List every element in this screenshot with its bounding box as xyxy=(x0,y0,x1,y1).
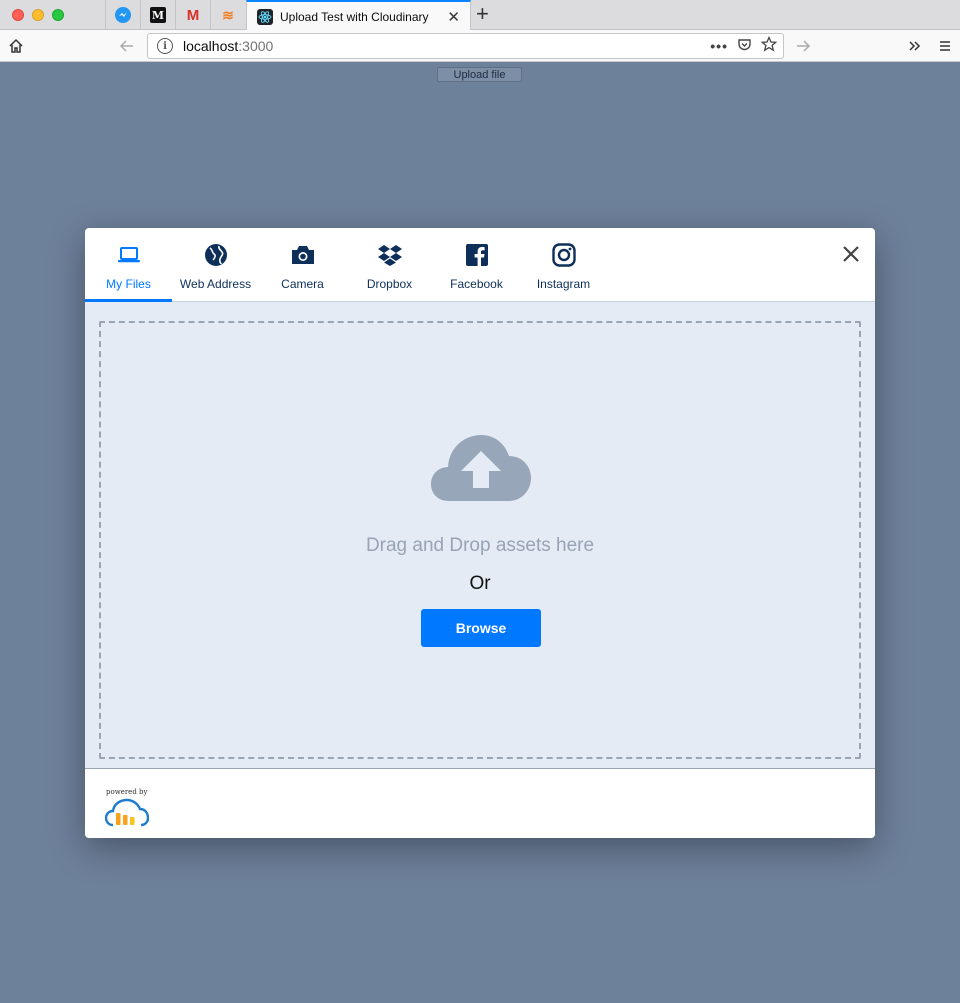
medium-icon: M xyxy=(150,7,166,23)
upload-file-button[interactable]: Upload file xyxy=(437,67,522,82)
navigation-toolbar: i localhost:3000 ••• xyxy=(0,30,960,62)
instagram-icon xyxy=(551,242,577,268)
minimize-window-button[interactable] xyxy=(32,9,44,21)
cloud-upload-icon xyxy=(431,433,531,508)
tab-label: Facebook xyxy=(450,277,503,291)
gmail-icon: M xyxy=(186,6,200,24)
pinned-tab-gmail[interactable]: M xyxy=(175,0,210,30)
drop-instructions: Drag and Drop assets here xyxy=(365,535,595,556)
tab-title: Upload Test with Cloudinary xyxy=(280,9,429,24)
url-host: localhost xyxy=(183,38,239,54)
tab-label: Instagram xyxy=(536,277,591,291)
tab-web-address[interactable]: Web Address xyxy=(172,228,259,302)
tab-camera[interactable]: Camera xyxy=(259,228,346,302)
forward-icon[interactable] xyxy=(793,35,813,57)
facebook-icon xyxy=(464,242,490,268)
address-bar[interactable]: i localhost:3000 ••• xyxy=(147,33,784,59)
browse-button[interactable]: Browse xyxy=(421,609,541,647)
camera-icon xyxy=(290,242,316,268)
overflow-chevron-icon[interactable] xyxy=(905,35,925,57)
drop-area: Drag and Drop assets here Or Browse xyxy=(85,302,875,768)
pinned-tab-medium[interactable]: M xyxy=(140,0,175,30)
pinned-tab-stackoverflow[interactable]: ≋ xyxy=(210,0,245,30)
messenger-icon xyxy=(115,7,131,23)
tab-label: Camera xyxy=(281,277,324,291)
tab-close-icon[interactable]: ✕ xyxy=(447,8,460,26)
tab-label: My Files xyxy=(106,277,151,291)
dropbox-icon xyxy=(377,242,403,268)
active-tab[interactable]: Upload Test with Cloudinary ✕ xyxy=(246,0,471,31)
back-icon[interactable] xyxy=(117,35,137,57)
stackoverflow-icon: ≋ xyxy=(222,6,234,23)
widget-footer: powered by xyxy=(85,768,875,838)
tab-label: Dropbox xyxy=(366,277,413,291)
tab-label: Web Address xyxy=(179,277,252,291)
or-separator: Or xyxy=(469,573,491,594)
tab-strip: M M ≋ Upload Test with Cloudinary ✕ + xyxy=(0,0,960,31)
laptop-icon xyxy=(116,242,142,268)
page-actions-icon[interactable]: ••• xyxy=(710,38,728,54)
close-window-button[interactable] xyxy=(12,9,24,21)
globe-icon xyxy=(203,242,229,268)
pinned-tab-messenger[interactable] xyxy=(105,0,140,30)
tab-dropbox[interactable]: Dropbox xyxy=(346,228,433,302)
info-icon[interactable]: i xyxy=(157,38,173,54)
source-tabs: My Files Web Address Camera Dropbox Face… xyxy=(85,228,875,302)
tab-my-files[interactable]: My Files xyxy=(85,228,172,302)
bookmark-star-icon[interactable] xyxy=(760,35,778,55)
upload-widget-modal: My Files Web Address Camera Dropbox Face… xyxy=(85,228,875,838)
pocket-icon[interactable] xyxy=(737,37,752,55)
hamburger-menu-icon[interactable] xyxy=(935,35,955,57)
new-tab-button[interactable]: + xyxy=(476,3,489,25)
tab-facebook[interactable]: Facebook xyxy=(433,228,520,302)
cloudinary-logo xyxy=(104,797,150,832)
powered-by-label: powered by xyxy=(106,788,148,796)
tab-instagram[interactable]: Instagram xyxy=(520,228,607,302)
zoom-window-button[interactable] xyxy=(52,9,64,21)
drop-zone[interactable]: Drag and Drop assets here Or Browse xyxy=(99,321,861,759)
url-port: :3000 xyxy=(238,38,274,54)
close-icon[interactable] xyxy=(841,244,861,264)
react-icon xyxy=(257,8,273,25)
home-icon[interactable] xyxy=(6,35,26,57)
